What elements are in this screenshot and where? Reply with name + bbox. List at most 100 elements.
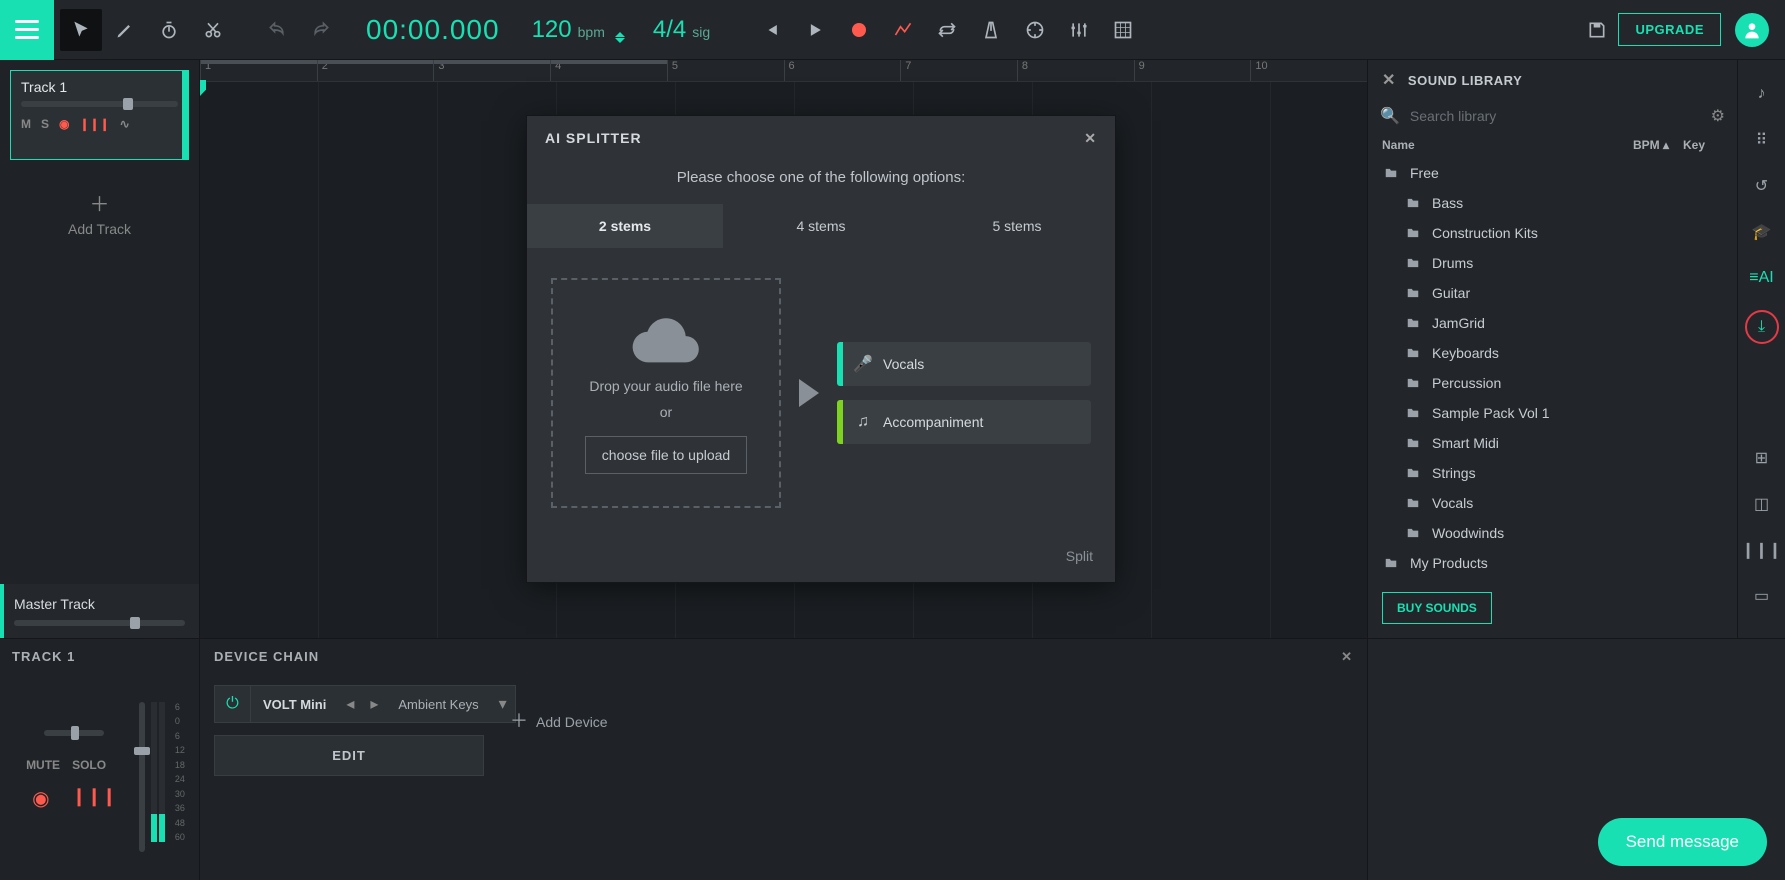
search-input[interactable] [1408,107,1703,125]
track-volume-slider[interactable] [21,101,178,107]
library-tab-icon[interactable]: ♪ [1748,80,1776,108]
search-icon: 🔍 [1380,106,1400,126]
mixer-icon[interactable] [1058,9,1100,51]
ai-splitter-icon[interactable]: ⤓ [1745,310,1779,344]
library-title: SOUND LIBRARY [1408,73,1522,88]
learn-icon[interactable]: 🎓 [1748,218,1776,246]
add-device-button[interactable]: ＋Add Device [510,707,608,733]
next-preset-icon[interactable]: ▸ [362,694,386,714]
pointer-tool[interactable] [60,9,102,51]
play-button[interactable] [794,9,836,51]
ruler-tick: 6 [784,60,901,81]
folder-bass[interactable]: Bass [1368,188,1737,218]
arm-record-icon[interactable]: ◉ [59,117,69,131]
modal-close-button[interactable]: ✕ [1084,130,1097,147]
sig-value: 4/4 [653,16,686,44]
stopwatch-tool[interactable] [148,9,190,51]
track-name: Track 1 [21,79,178,95]
volume-fader[interactable] [139,702,145,852]
loop-button[interactable] [926,9,968,51]
folder-guitar[interactable]: Guitar [1368,278,1737,308]
user-avatar[interactable] [1735,13,1769,47]
metronome-button[interactable] [970,9,1012,51]
col-key[interactable]: Key [1683,138,1723,152]
automation-icon[interactable] [882,9,924,51]
folder-drums[interactable]: Drums [1368,248,1737,278]
bpm-value: 120 [532,16,572,44]
close-icon[interactable]: ✕ [1341,649,1353,665]
inst-icon[interactable]: ❙❙❙ [72,786,117,811]
undo-button[interactable] [256,9,298,51]
tuning-icon[interactable] [1014,9,1056,51]
folder-woodwinds[interactable]: Woodwinds [1368,518,1737,548]
tab-5-stems[interactable]: 5 stems [919,204,1115,248]
mute-toggle[interactable]: M [21,117,31,131]
tracks-panel: Track 1 M S ◉ ❙❙❙ ∿ ＋ Add Track Master T… [0,60,200,638]
split-button[interactable]: Split [1066,548,1093,564]
folder-percussion[interactable]: Percussion [1368,368,1737,398]
preset-name: Ambient Keys [386,697,490,712]
file-drop-zone[interactable]: Drop your audio file here or choose file… [551,278,781,508]
buy-sounds-button[interactable]: BUY SOUNDS [1382,592,1492,624]
tab-4-stems[interactable]: 4 stems [723,204,919,248]
send-message-button[interactable]: Send message [1598,818,1767,866]
folder-vocals[interactable]: Vocals [1368,488,1737,518]
modal-title: AI SPLITTER [545,130,642,147]
modal-subtitle: Please choose one of the following optio… [527,161,1115,204]
close-library-button[interactable]: ✕ [1382,70,1396,90]
folder-keyboards[interactable]: Keyboards [1368,338,1737,368]
redo-button[interactable] [300,9,342,51]
master-volume-slider[interactable] [14,620,185,626]
menu-button[interactable] [0,0,54,60]
prev-preset-icon[interactable]: ◂ [338,694,362,714]
rewind-button[interactable] [750,9,792,51]
tab-2-stems[interactable]: 2 stems [527,204,723,248]
arm-icon[interactable]: ◉ [32,786,49,811]
mute-button[interactable]: MUTE [26,758,60,772]
playhead[interactable] [200,60,201,638]
folder-strings[interactable]: Strings [1368,458,1737,488]
folder-free[interactable]: Free [1368,158,1737,188]
ruler-tick: 7 [900,60,1017,81]
save-icon[interactable] [1576,9,1618,51]
sidebar-icon-b[interactable]: ◫ [1748,490,1776,518]
sidebar-icon-a[interactable]: ⊞ [1748,444,1776,472]
bpm-display[interactable]: 120 bpm [518,16,639,44]
time-display[interactable]: 00:00.000 [348,14,518,46]
ai-tools-icon[interactable]: ≡AI [1748,264,1776,292]
ai-splitter-modal: AI SPLITTER ✕ Please choose one of the f… [526,115,1116,583]
folder-jamgrid[interactable]: JamGrid [1368,308,1737,338]
track-1[interactable]: Track 1 M S ◉ ❙❙❙ ∿ [10,70,189,160]
pencil-tool[interactable] [104,9,146,51]
grid-icon[interactable] [1102,9,1144,51]
timeline-ruler[interactable]: 1 2 3 4 5 6 7 8 9 10 [200,60,1367,82]
solo-button[interactable]: SOLO [72,758,106,772]
record-button[interactable] [838,9,880,51]
folder-construction-kits[interactable]: Construction Kits [1368,218,1737,248]
master-track[interactable]: Master Track [0,584,199,638]
pan-fader[interactable] [14,730,135,736]
col-name[interactable]: Name [1382,138,1633,152]
solo-toggle[interactable]: S [41,117,49,131]
device-volt-mini[interactable]: ⏻ VOLT Mini ◂ ▸ Ambient Keys ▾ [214,685,516,723]
midi-tab-icon[interactable]: ⠿ [1748,126,1776,154]
filter-icon[interactable]: ⚙ [1711,106,1725,126]
folder-smart-midi[interactable]: Smart Midi [1368,428,1737,458]
edit-device-button[interactable]: EDIT [214,735,484,776]
folder-my-products[interactable]: My Products [1368,548,1737,578]
cut-tool[interactable] [192,9,234,51]
plus-icon: ＋ [0,188,199,217]
music-note-icon: ♫ [843,413,883,431]
time-signature[interactable]: 4/4 sig [639,16,724,44]
sidebar-icon-d[interactable]: ▭ [1748,582,1776,610]
col-bpm[interactable]: BPM ▴ [1633,138,1683,152]
upgrade-button[interactable]: UPGRADE [1618,13,1721,46]
instrument-icon[interactable]: ❙❙❙ [80,117,110,131]
power-icon[interactable]: ⏻ [215,686,251,722]
help-icon[interactable]: ↺ [1748,172,1776,200]
add-track-button[interactable]: ＋ Add Track [0,188,199,237]
sidebar-icon-c[interactable]: ❙❙❙ [1748,536,1776,564]
automation-icon[interactable]: ∿ [120,117,130,131]
choose-file-button[interactable]: choose file to upload [585,436,747,474]
folder-sample-pack-vol-1[interactable]: Sample Pack Vol 1 [1368,398,1737,428]
